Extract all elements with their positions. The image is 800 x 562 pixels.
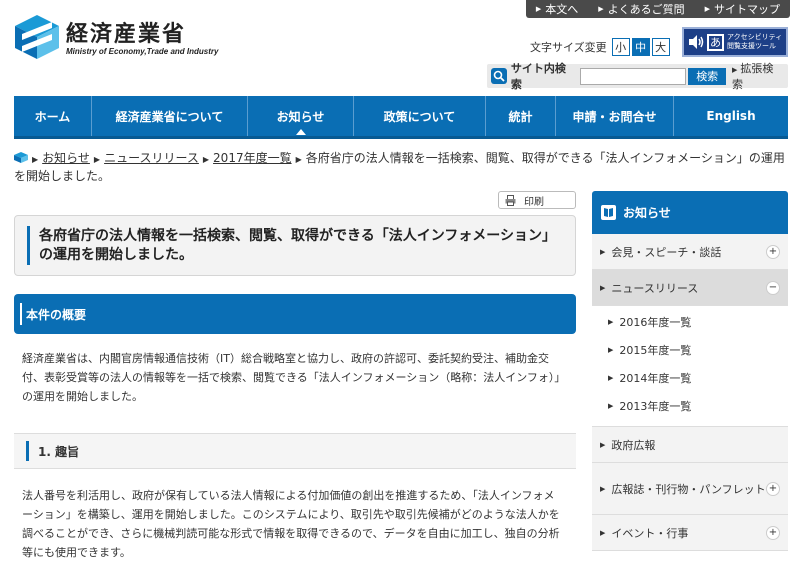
sidebar-subitem-label: 2013年度一覧 — [619, 400, 692, 413]
sidebar-item-label: 会見・スピーチ・談話 — [611, 245, 722, 259]
triangle-right-icon: ▶ — [600, 528, 606, 537]
overview-paragraph: 経済産業省は、内閣官房情報通信技術（IT）総合戦略室と協力し、政府の許認可、委託… — [22, 352, 560, 403]
advanced-search-link[interactable]: ▶ 拡張検索 — [732, 60, 784, 92]
font-size-label: 文字サイズ変更 — [530, 41, 607, 54]
sidebar-title: お知らせ — [623, 206, 671, 220]
triangle-right-icon: ▶ — [608, 402, 614, 410]
logo-subtitle: Ministry of Economy,Trade and Industry — [66, 47, 219, 56]
breadcrumb-news[interactable]: お知らせ — [42, 151, 90, 165]
page-title: 各府省庁の法人情報を一括検索、閲覧、取得ができる「法人インフォメーション」の運用… — [39, 228, 557, 263]
skip-to-content-link[interactable]: ▶ 本文へ — [526, 1, 588, 17]
nav-item-home[interactable]: ホーム — [14, 96, 92, 136]
triangle-right-icon: ▶ — [608, 374, 614, 382]
sidebar-item-label: イベント・行事 — [611, 526, 689, 540]
triangle-right-icon: ▶ — [600, 247, 606, 256]
section-heading-overview: 本件の概要 — [14, 294, 576, 334]
sidebar: お知らせ ▶ 会見・スピーチ・談話 + ▶ ニュースリリース − ▶ 2016年度一覧… — [592, 191, 788, 551]
triangle-right-icon: ▶ — [598, 5, 604, 13]
chevron-right-icon: ▶ — [202, 155, 210, 164]
breadcrumb-2017-list[interactable]: 2017年度一覧 — [213, 151, 292, 165]
font-size-large-button[interactable]: 大 — [651, 38, 670, 56]
sidebar-subitem-label: 2016年度一覧 — [619, 316, 692, 329]
book-icon — [601, 205, 616, 220]
sitemap-link[interactable]: ▶ サイトマップ — [695, 1, 790, 17]
meti-logo-mark-icon — [15, 15, 59, 59]
accessibility-label: アクセシビリティ 閲覧支援ツール — [727, 33, 782, 51]
triangle-right-icon: ▶ — [608, 346, 614, 354]
sidebar-item-label: 政府広報 — [611, 438, 656, 452]
sidebar-item-press-conferences[interactable]: ▶ 会見・スピーチ・談話 + — [592, 234, 788, 270]
sidebar-item-publications[interactable]: ▶ 広報誌・刊行物・パンフレット + — [592, 463, 788, 515]
font-size-small-button[interactable]: 小 — [611, 38, 630, 56]
sidebar-item-label: ニュースリリース — [611, 281, 699, 295]
speaker-icon — [689, 35, 704, 49]
nav-item-english[interactable]: English — [674, 96, 788, 136]
nav-item-news[interactable]: お知らせ — [248, 96, 354, 136]
sidebar-header: お知らせ — [592, 191, 788, 234]
accessibility-tool-button[interactable]: あ アクセシビリティ 閲覧支援ツール — [682, 27, 788, 57]
breadcrumb: ▶ お知らせ ▶ ニュースリリース ▶ 2017年度一覧 ▶ 各府省庁の法人情報を一括検索、閲… — [14, 150, 790, 185]
article-title-box: 各府省庁の法人情報を一括検索、閲覧、取得ができる「法人インフォメーション」の運用… — [14, 215, 576, 276]
triangle-right-icon: ▶ — [600, 440, 606, 449]
triangle-right-icon: ▶ — [535, 5, 542, 13]
triangle-right-icon: ▶ — [608, 318, 614, 326]
nav-item-policy[interactable]: 政策について — [354, 96, 486, 136]
chevron-right-icon: ▶ — [93, 155, 101, 164]
home-logo-icon[interactable] — [14, 152, 28, 163]
nav-item-applications[interactable]: 申請・お問合せ — [556, 96, 674, 136]
print-button[interactable]: 印刷 — [498, 191, 576, 209]
chevron-right-icon: ▶ — [295, 155, 302, 164]
purpose-paragraph: 法人番号を利活用し、政府が保有している法人情報による付加価値の創出を推進するため… — [22, 489, 560, 559]
search-icon — [491, 68, 507, 84]
faq-link-label: よくあるご質問 — [607, 3, 685, 16]
advanced-search-label: 拡張検索 — [732, 62, 774, 91]
sidebar-subitem-label: 2015年度一覧 — [619, 344, 692, 357]
sitemap-link-label: サイトマップ — [714, 3, 780, 16]
font-size-control: 文字サイズ変更 小 中 大 — [530, 38, 672, 56]
sidebar-subitem-2015[interactable]: ▶ 2015年度一覧 — [592, 336, 788, 364]
breadcrumb-news-release[interactable]: ニュースリリース — [104, 151, 199, 165]
font-size-medium-button[interactable]: 中 — [631, 38, 650, 56]
expand-plus-icon[interactable]: + — [766, 481, 780, 496]
print-label: 印刷 — [524, 196, 544, 208]
global-nav: ホーム 経済産業省について お知らせ 政策について 統計 申請・お問合せ Eng… — [14, 96, 788, 139]
hiragana-a-icon: あ — [707, 33, 724, 51]
meti-logo[interactable]: 経済産業省 Ministry of Economy,Trade and Indu… — [14, 14, 218, 60]
sidebar-subitems-news-release: ▶ 2016年度一覧 ▶ 2015年度一覧 ▶ 2014年度一覧 ▶ 2013年度一覧 — [592, 306, 788, 427]
sidebar-item-label: 広報誌・刊行物・パンフレット — [611, 482, 766, 496]
faq-link[interactable]: ▶ よくあるご質問 — [588, 1, 694, 17]
chevron-right-icon: ▶ — [32, 155, 39, 164]
sidebar-subitem-label: 2014年度一覧 — [619, 372, 692, 385]
sidebar-subitem-2014[interactable]: ▶ 2014年度一覧 — [592, 364, 788, 392]
printer-icon — [505, 194, 516, 206]
subsection-heading-purpose: 1. 趣旨 — [14, 433, 576, 469]
site-search: サイト内検索 検索 ▶ 拡張検索 — [487, 62, 788, 91]
nav-item-about[interactable]: 経済産業省について — [92, 96, 248, 136]
triangle-right-icon: ▶ — [600, 283, 606, 292]
triangle-right-icon: ▶ — [600, 484, 606, 493]
expand-plus-icon[interactable]: + — [766, 244, 780, 259]
expand-plus-icon[interactable]: + — [766, 525, 780, 540]
logo-title: 経済産業省 — [66, 21, 187, 47]
sidebar-subitem-2016[interactable]: ▶ 2016年度一覧 — [592, 308, 788, 336]
sidebar-item-news-release[interactable]: ▶ ニュースリリース − — [592, 270, 788, 306]
triangle-right-icon: ▶ — [704, 5, 710, 13]
search-button[interactable]: 検索 — [688, 67, 727, 85]
triangle-right-icon: ▶ — [732, 66, 738, 74]
search-input[interactable] — [580, 67, 687, 85]
sidebar-subitem-2013[interactable]: ▶ 2013年度一覧 — [592, 392, 788, 420]
page: 経済産業省 Ministry of Economy,Trade and Indu… — [0, 0, 800, 562]
search-label: サイト内検索 — [510, 62, 566, 91]
utility-links: ▶ 本文へ ▶ よくあるご質問 ▶ サイトマップ — [525, 0, 790, 18]
sidebar-item-events[interactable]: ▶ イベント・行事 + — [592, 515, 788, 551]
skip-link-label: 本文へ — [545, 3, 579, 16]
nav-item-statistics[interactable]: 統計 — [486, 96, 556, 136]
accessibility-label-line2: 閲覧支援ツール — [727, 42, 776, 50]
accessibility-label-line1: アクセシビリティ — [727, 33, 783, 41]
sidebar-item-government-pr[interactable]: ▶ 政府広報 — [592, 427, 788, 463]
collapse-minus-icon[interactable]: − — [766, 280, 780, 295]
